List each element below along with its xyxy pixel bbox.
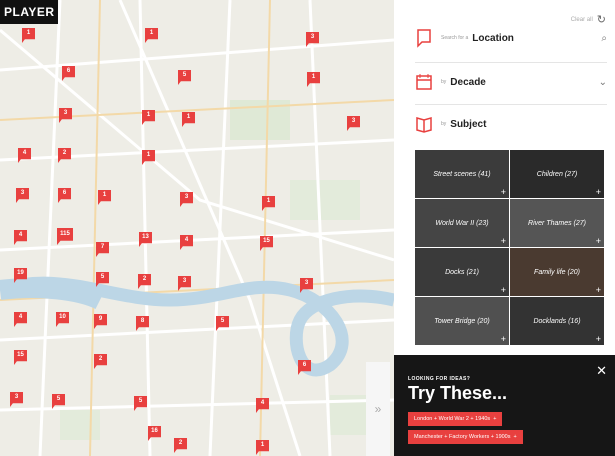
subject-tile[interactable]: World War II (23) + (415, 199, 509, 247)
add-icon[interactable]: + (501, 187, 506, 197)
suggestion-chip[interactable]: London + World War 2 + 1940s + (408, 412, 503, 426)
expand-panel-button[interactable]: » (366, 362, 390, 456)
subject-tile-label: Docklands (16) (533, 317, 581, 325)
app-badge[interactable]: PLAYER (0, 0, 58, 24)
add-icon[interactable]: + (501, 236, 506, 246)
subject-tile-label: World War II (23) (435, 219, 489, 227)
subject-tile-label: Children (27) (536, 170, 578, 178)
refresh-icon[interactable]: ↻ (597, 13, 606, 26)
subject-tile-label: Street scenes (41) (433, 170, 491, 178)
subject-filter-prefix: by (441, 121, 447, 127)
subject-tiles: Street scenes (41) + Children (27) + World W… (415, 150, 604, 345)
try-these-box: ✕ LOOKING FOR IDEAS? Try These... London… (394, 355, 615, 456)
add-icon[interactable]: + (596, 285, 601, 295)
subject-tile[interactable]: Tower Bridge (20) + (415, 297, 509, 345)
location-marker-icon (415, 28, 433, 48)
add-icon[interactable]: + (501, 285, 506, 295)
decade-filter-prefix: by (441, 79, 447, 85)
add-icon[interactable]: + (596, 334, 601, 344)
book-icon (415, 114, 433, 134)
subject-filter-label: Subject (450, 118, 487, 130)
try-eyebrow: LOOKING FOR IDEAS? (408, 376, 471, 382)
decade-filter[interactable]: by Decade ⌄ (415, 72, 607, 92)
subject-tile[interactable]: River Thames (27) + (510, 199, 604, 247)
subject-tile[interactable]: Docklands (16) + (510, 297, 604, 345)
subject-tile[interactable]: Street scenes (41) + (415, 150, 509, 198)
chevron-down-icon[interactable]: ⌄ (599, 77, 607, 88)
subject-tile[interactable]: Children (27) + (510, 150, 604, 198)
clear-all-label: Clear all (570, 16, 593, 23)
subject-tile-label: Family life (20) (534, 268, 580, 276)
subject-filter[interactable]: by Subject (415, 114, 607, 134)
divider (415, 62, 607, 63)
divider (415, 104, 607, 105)
add-icon[interactable]: + (501, 334, 506, 344)
subject-tile-label: Tower Bridge (20) (434, 317, 490, 325)
try-title: Try These... (408, 383, 508, 403)
decade-filter-label: Decade (450, 76, 486, 88)
suggestion-chip-label: Manchester + Factory Workers + 1900s (414, 434, 511, 440)
location-filter-prefix: Search for a (441, 35, 469, 41)
location-filter[interactable]: Search for a Location ⌕ (415, 28, 607, 48)
map[interactable]: 1 1 3 6 5 1 3 1 1 3 4 2 1 3 6 1 3 1 4 115 7 13 4 15 19 5 2 3 3 4 10 9 8 5… (0, 0, 394, 456)
subject-tile-label: Docks (21) (445, 268, 479, 276)
clear-all-button[interactable]: Clear all ↻ (571, 13, 606, 26)
suggestion-chip[interactable]: Manchester + Factory Workers + 1900s + (408, 430, 523, 444)
location-filter-label: Location (472, 32, 514, 44)
search-icon[interactable]: ⌕ (601, 33, 607, 44)
suggestion-chip-label: London + World War 2 + 1940s (414, 416, 491, 422)
subject-tile[interactable]: Docks (21) + (415, 248, 509, 296)
add-icon[interactable]: + (596, 236, 601, 246)
app-badge-label: PLAYER (4, 5, 55, 19)
calendar-icon (415, 72, 433, 92)
subject-tile-label: River Thames (27) (528, 219, 586, 227)
subject-tile[interactable]: Family life (20) + (510, 248, 604, 296)
add-icon[interactable]: + (596, 187, 601, 197)
close-icon[interactable]: ✕ (596, 363, 607, 379)
